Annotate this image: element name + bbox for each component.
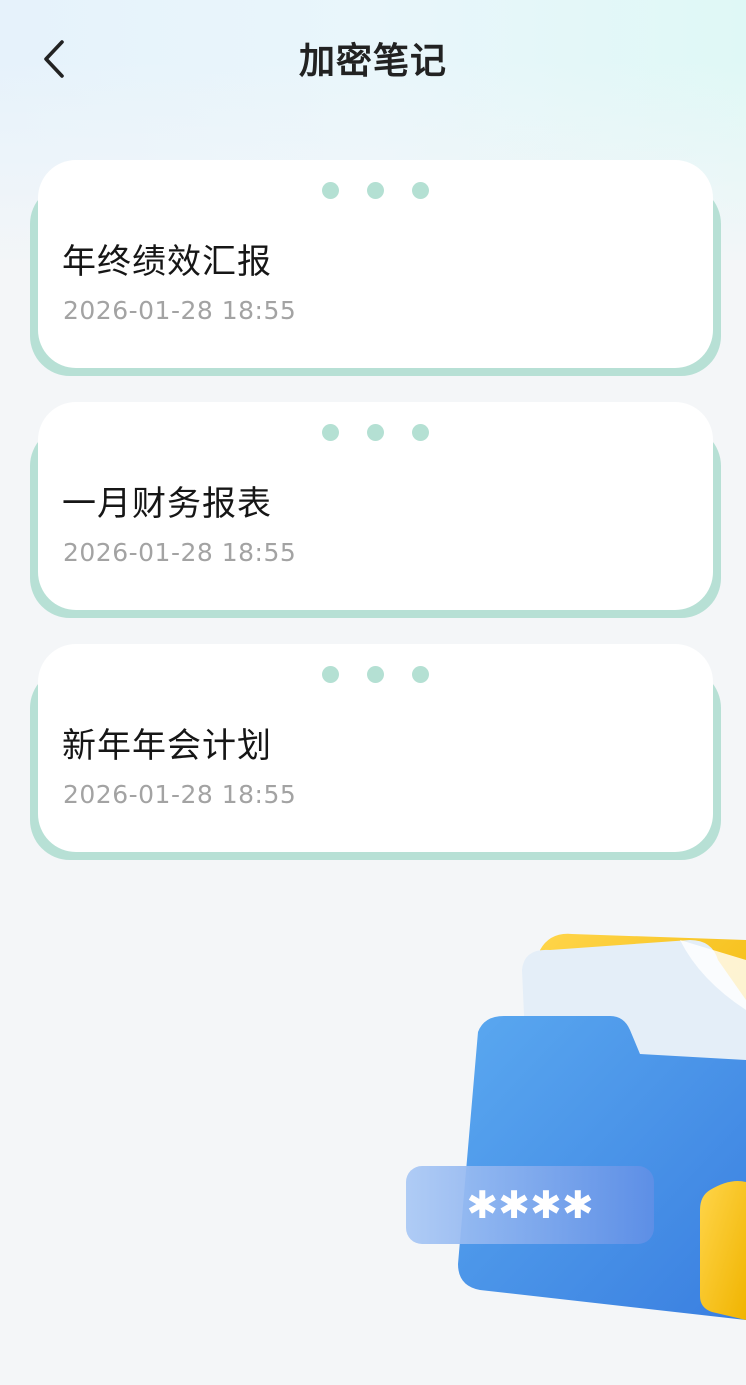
more-dots-icon[interactable] xyxy=(38,666,713,683)
note-card[interactable]: 一月财务报表 2026-01-28 18:55 xyxy=(30,400,721,618)
note-title: 年终绩效汇报 xyxy=(62,242,272,282)
note-card[interactable]: 新年年会计划 2026-01-28 18:55 xyxy=(30,642,721,860)
more-dots-icon[interactable] xyxy=(38,182,713,199)
note-title: 一月财务报表 xyxy=(62,484,272,524)
navigation-bar: 加密笔记 xyxy=(0,0,746,116)
encrypted-folder-illustration: ✱✱✱✱ xyxy=(400,920,746,1340)
note-timestamp: 2026-01-28 18:55 xyxy=(63,538,297,567)
password-mask: ✱✱✱✱ xyxy=(466,1183,593,1227)
page-title: 加密笔记 xyxy=(298,41,447,82)
card-body: 年终绩效汇报 2026-01-28 18:55 xyxy=(38,160,713,368)
more-dots-icon[interactable] xyxy=(38,424,713,441)
note-timestamp: 2026-01-28 18:55 xyxy=(63,780,297,809)
note-title: 新年年会计划 xyxy=(62,726,272,766)
note-timestamp: 2026-01-28 18:55 xyxy=(63,296,297,325)
note-list: 年终绩效汇报 2026-01-28 18:55 一月财务报表 2026-01-2… xyxy=(30,158,721,884)
note-card[interactable]: 年终绩效汇报 2026-01-28 18:55 xyxy=(30,158,721,376)
card-body: 新年年会计划 2026-01-28 18:55 xyxy=(38,644,713,852)
card-body: 一月财务报表 2026-01-28 18:55 xyxy=(38,402,713,610)
